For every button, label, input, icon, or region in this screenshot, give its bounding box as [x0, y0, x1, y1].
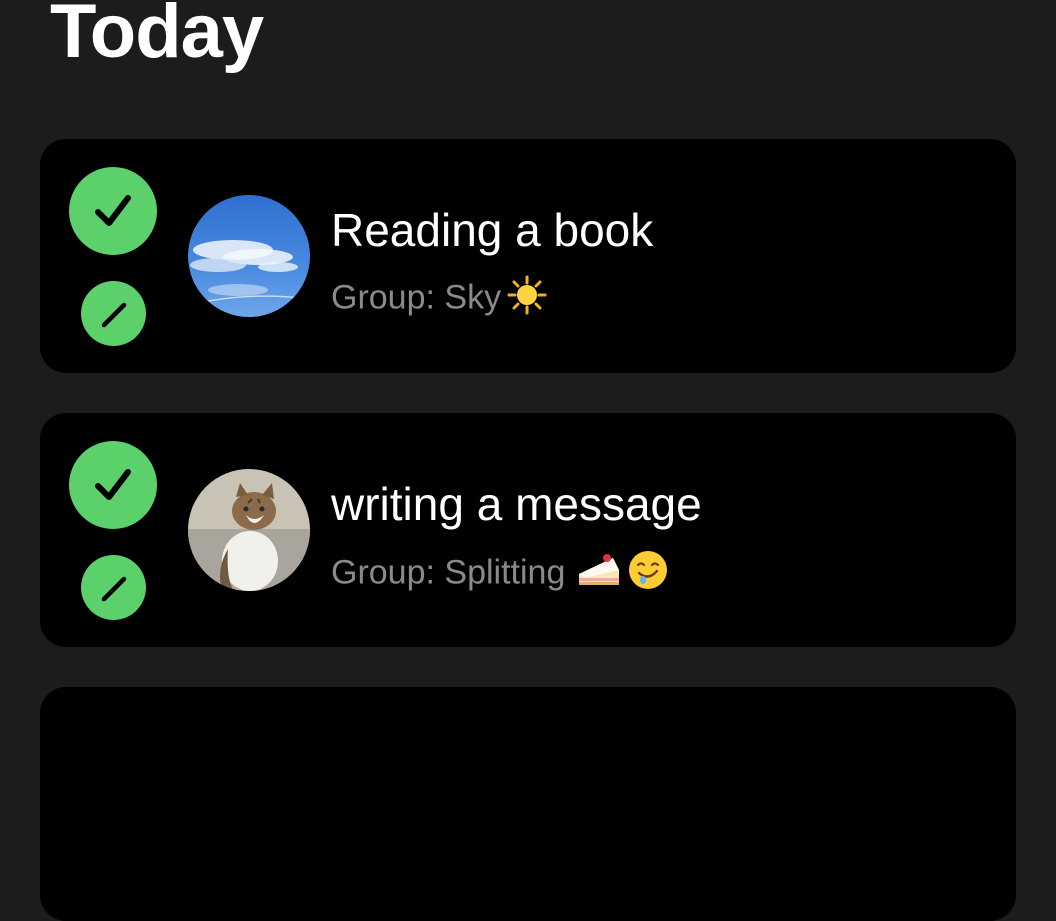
task-title: Reading a book	[331, 204, 654, 256]
task-card[interactable]: Reading a book Group: Sky	[40, 139, 1016, 373]
task-group: Group: Sky	[331, 275, 547, 324]
checkmark-icon	[95, 195, 131, 226]
pencil-icon	[101, 302, 126, 327]
checkmark-icon	[95, 469, 131, 500]
cat-avatar	[188, 469, 310, 591]
edit-button[interactable]	[81, 281, 146, 346]
drooling-face-icon	[627, 549, 669, 600]
task-card[interactable]	[40, 687, 1016, 921]
pencil-icon	[101, 576, 126, 601]
edit-button[interactable]	[81, 555, 146, 620]
cake-icon	[577, 550, 621, 599]
sun-icon	[507, 275, 547, 324]
complete-button[interactable]	[69, 441, 157, 529]
task-card[interactable]: writing a message Group: Splitting	[40, 413, 1016, 647]
page-title: Today	[50, 0, 264, 74]
task-group-label: Group: Splitting	[331, 553, 566, 592]
task-title: writing a message	[331, 478, 702, 530]
sky-avatar	[188, 195, 310, 317]
complete-button[interactable]	[69, 167, 157, 255]
task-group: Group: Splitting	[331, 549, 669, 600]
task-group-label: Group: Sky	[331, 278, 502, 317]
